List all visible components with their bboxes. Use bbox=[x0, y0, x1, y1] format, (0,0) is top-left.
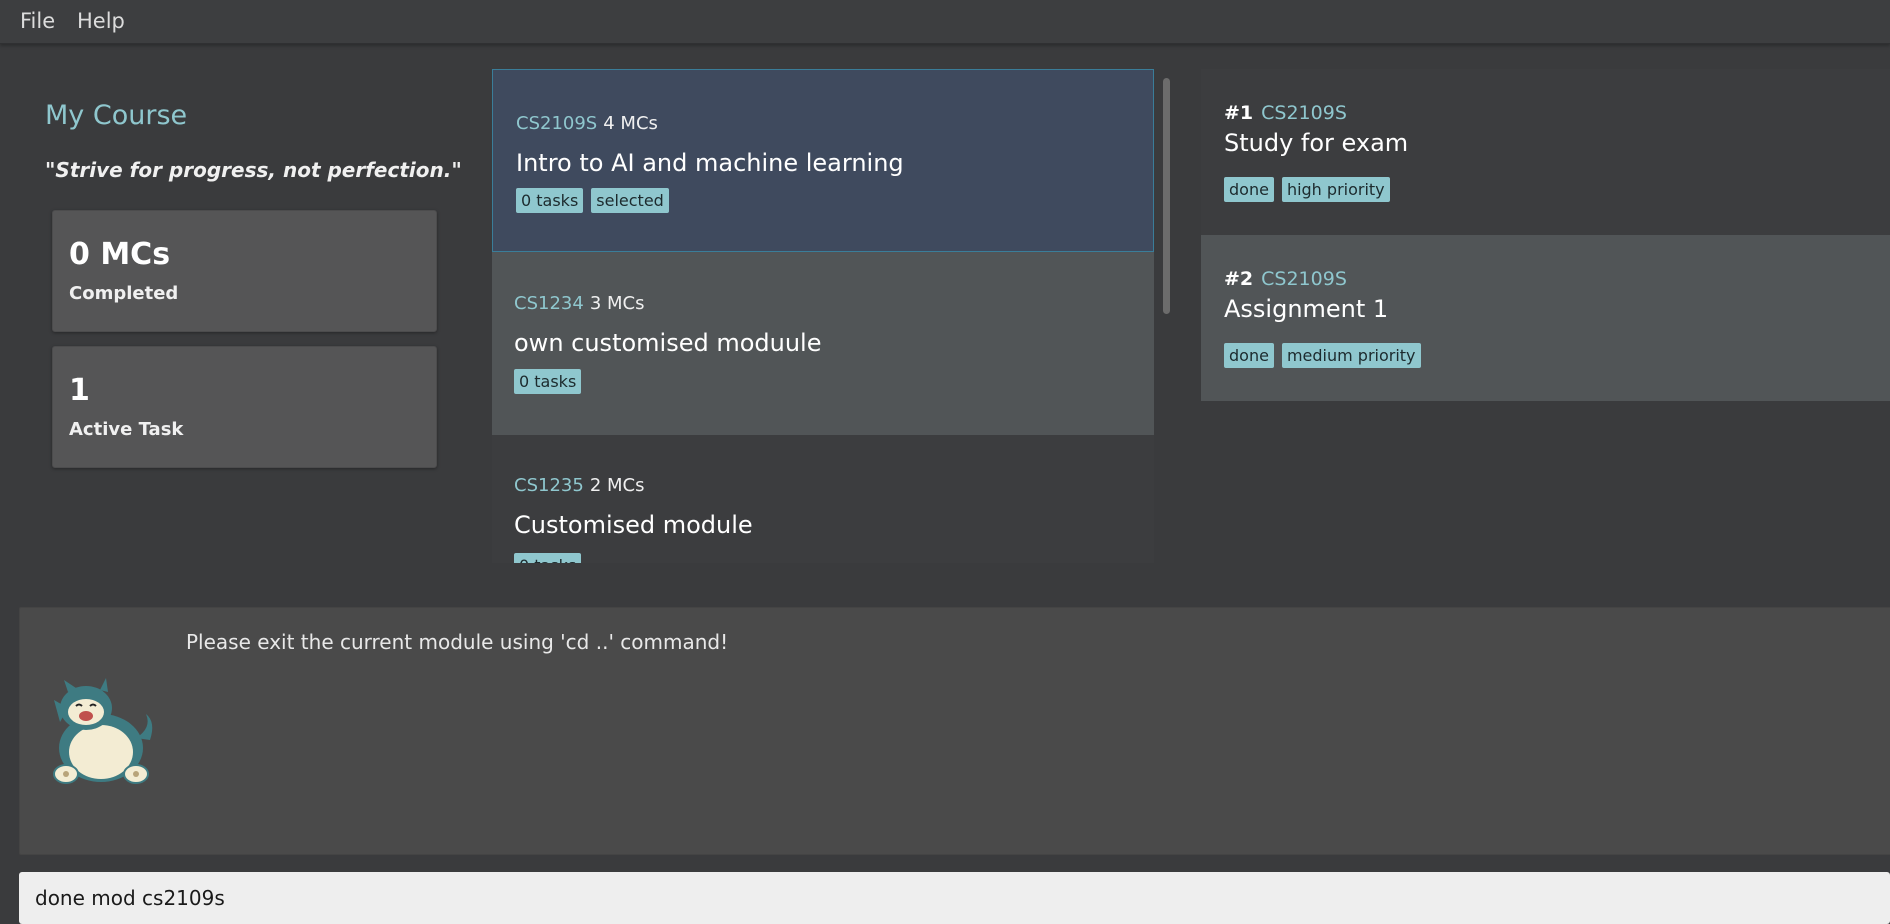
result-display: Please exit the current module using 'cd… bbox=[19, 607, 1890, 855]
module-name: Intro to AI and machine learning bbox=[516, 149, 904, 177]
module-name: own customised moduule bbox=[514, 329, 822, 357]
task-index: #1 bbox=[1224, 102, 1254, 124]
menu-help[interactable]: Help bbox=[77, 9, 125, 33]
snorlax-mascot-icon bbox=[53, 678, 153, 784]
tag: medium priority bbox=[1281, 343, 1421, 368]
stat-value: 1 bbox=[69, 373, 90, 408]
task-module-code: CS2109S bbox=[1261, 268, 1347, 290]
module-code: CS1235 bbox=[514, 475, 584, 496]
task-name: Study for exam bbox=[1224, 129, 1409, 157]
stat-label: Active Task bbox=[69, 419, 184, 440]
module-card[interactable]: CS12352 MCs Customised module 0 tasks bbox=[492, 435, 1154, 563]
stat-card-mcs: 0 MCs Completed bbox=[52, 210, 437, 332]
module-card[interactable]: CS2109S 4 MCs Intro to AI and machine lea… bbox=[492, 69, 1154, 252]
task-card[interactable]: #2 CS2109S Assignment 1 done medium prior… bbox=[1201, 235, 1890, 401]
module-tags: 0 tasks selected bbox=[516, 188, 669, 213]
tag: done bbox=[1224, 177, 1274, 202]
module-tags: 0 tasks bbox=[514, 369, 582, 394]
menu-bar: File Help bbox=[0, 0, 1890, 44]
stat-card-tasks: 1 Active Task bbox=[52, 346, 437, 468]
module-code: CS2109S bbox=[516, 113, 598, 134]
task-tags: done high priority bbox=[1224, 177, 1390, 202]
tag: 0 tasks bbox=[514, 553, 582, 563]
module-mcs: 3 MCs bbox=[589, 293, 645, 314]
task-index: #2 bbox=[1224, 268, 1254, 290]
command-input[interactable] bbox=[19, 872, 1890, 924]
module-name: Customised module bbox=[514, 511, 753, 539]
task-module-code: CS2109S bbox=[1261, 102, 1347, 124]
tag: done bbox=[1224, 343, 1274, 368]
result-message: Please exit the current module using 'cd… bbox=[186, 630, 729, 654]
module-mcs: 2 MCs bbox=[589, 475, 645, 496]
module-card[interactable]: CS1234 3 MCs own customised moduule 0 tas… bbox=[492, 252, 1154, 435]
module-list-scrollbar[interactable] bbox=[1163, 78, 1170, 314]
module-mcs: 4 MCs bbox=[603, 113, 658, 134]
module-code: CS1234 bbox=[514, 293, 584, 314]
task-card[interactable]: #1 CS2109S Study for exam done high prior… bbox=[1201, 69, 1890, 235]
task-name: Assignment 1 bbox=[1224, 295, 1389, 323]
tag: 0 tasks bbox=[516, 188, 584, 213]
motivational-quote: "Strive for progress, not perfection." bbox=[45, 158, 462, 182]
tag: high priority bbox=[1281, 177, 1390, 202]
course-title: My Course bbox=[45, 100, 188, 131]
menu-file[interactable]: File bbox=[20, 9, 55, 33]
task-tags: done medium priority bbox=[1224, 343, 1421, 368]
tag: 0 tasks bbox=[514, 369, 582, 394]
module-tags: 0 tasks bbox=[514, 553, 582, 563]
module-list: CS2109S 4 MCs Intro to AI and machine lea… bbox=[492, 69, 1154, 563]
stat-label: Completed bbox=[69, 283, 179, 304]
tag: selected bbox=[591, 188, 669, 213]
stat-value: 0 MCs bbox=[69, 237, 171, 272]
